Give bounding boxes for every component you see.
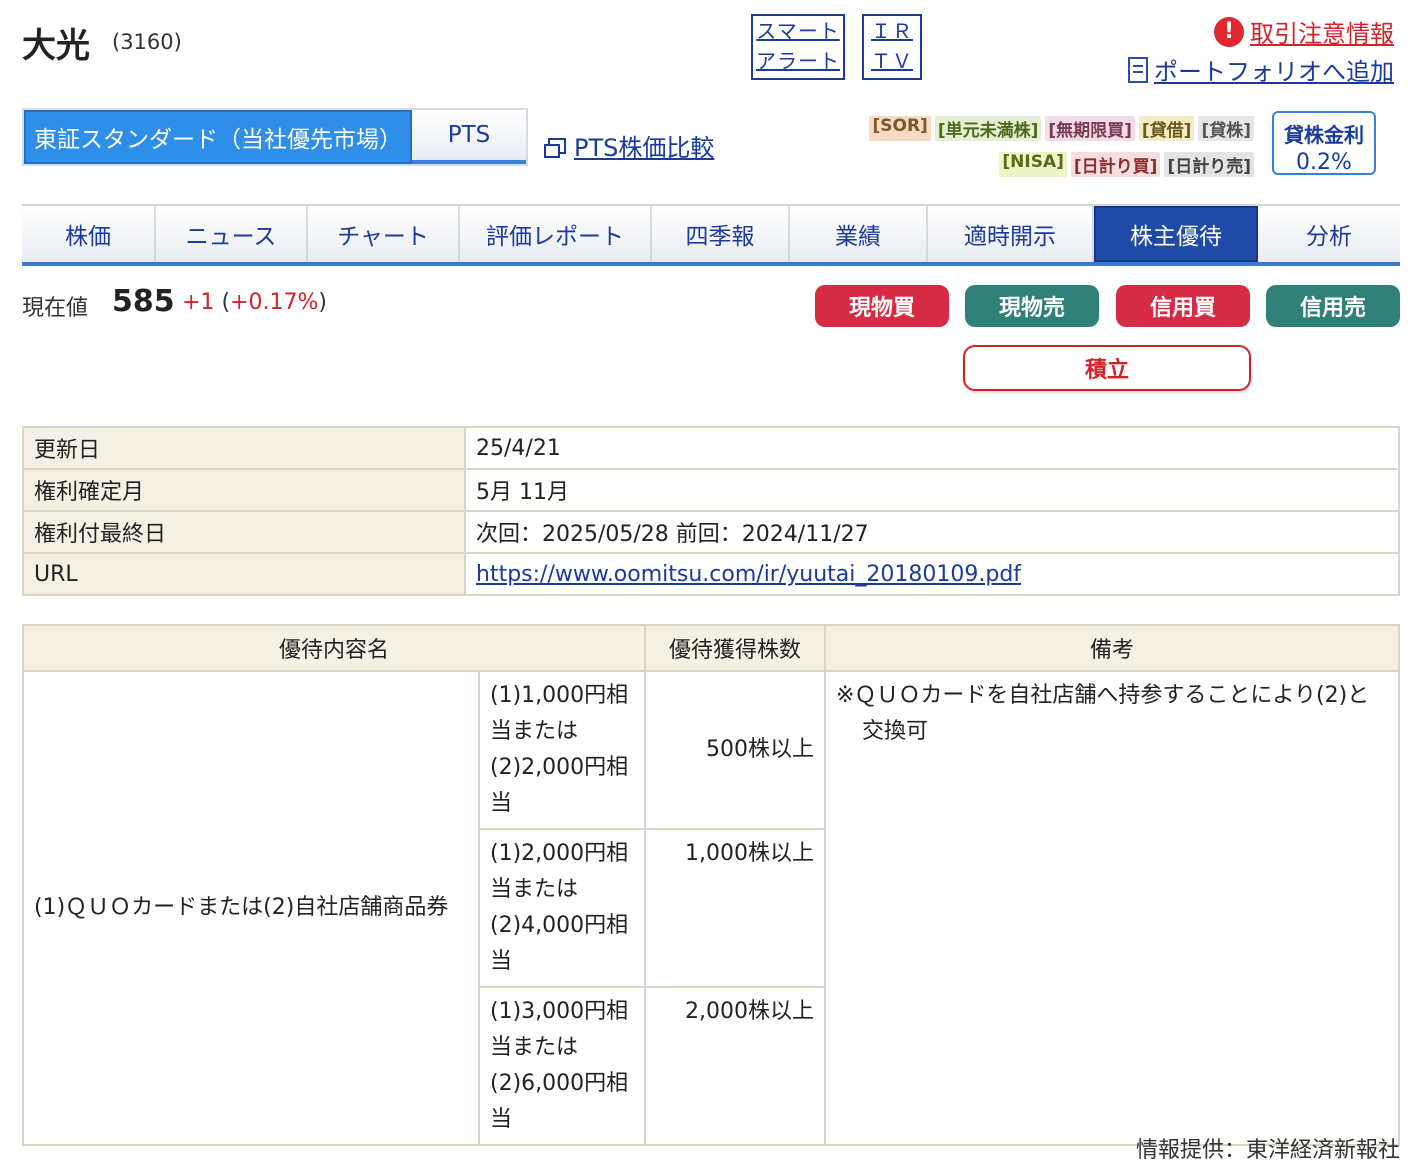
margin-buy-button[interactable]: 信用買 [1116, 285, 1250, 327]
lending-rate-label: 貸株金利 [1284, 123, 1364, 147]
tab-results[interactable]: 業績 [790, 206, 928, 262]
smart-alert-link-box[interactable]: スマートアラート [751, 14, 845, 80]
tab-analysis[interactable]: 分析 [1258, 206, 1400, 262]
ir-tv-link[interactable]: ＩＲＴＶ [864, 16, 920, 76]
warning-icon: ! [1214, 16, 1244, 47]
badge-indefinite-buy: [無期限買] [1045, 116, 1135, 141]
data-provider: 情報提供：東洋経済新報社 [1135, 1138, 1400, 1163]
benefit-shares: 500株以上 [644, 670, 826, 830]
tab-tse-standard[interactable]: 東証スタンダード（当社優先市場） [24, 110, 412, 164]
benefit-url-link[interactable]: https://www.oomitsu.com/ir/yuutai_201801… [476, 562, 1021, 587]
benefit-note: ※ＱＵＯカードを自社店舗へ持参することにより(2)と交換可 [836, 683, 1370, 744]
record-month-value: 5月 11月 [464, 468, 1400, 512]
table-row: 更新日 25/4/21 [22, 426, 1400, 470]
margin-sell-button[interactable]: 信用売 [1266, 285, 1400, 327]
badge-day-buy: [日計り買] [1070, 152, 1161, 177]
badge-nisa: [NISA] [999, 152, 1067, 177]
spot-buy-button[interactable]: 現物買 [815, 285, 949, 327]
header-benefit-name: 優待内容名 [22, 624, 646, 672]
main-nav-tabs: 株価 ニュース チャート 評価レポート 四季報 業績 適時開示 株主優待 分析 [22, 204, 1400, 266]
smart-alert-link[interactable]: スマートアラート [753, 16, 843, 76]
benefit-note-cell: ※ＱＵＯカードを自社店舗へ持参することにより(2)と交換可 [824, 670, 1400, 1146]
benefit-shares: 2,000株以上 [644, 986, 826, 1146]
pts-compare[interactable]: PTS株価比較 [544, 128, 714, 163]
last-day-value: 次回：2025/05/28 前回：2024/11/27 [464, 510, 1400, 554]
tab-rating-report[interactable]: 評価レポート [460, 206, 652, 262]
price-change: +1 (+0.17%) [182, 290, 327, 315]
benefit-amount: (1)3,000円相当または(2)6,000円相当 [478, 986, 646, 1146]
header-remarks: 備考 [824, 624, 1400, 672]
stock-code: (3160) [112, 30, 182, 54]
table-row: 権利付最終日 次回：2025/05/28 前回：2024/11/27 [22, 510, 1400, 554]
badge-stock-lending: [貸株] [1198, 116, 1254, 141]
stock-name: 大光 [22, 26, 90, 66]
benefit-shares: 1,000株以上 [644, 828, 826, 988]
market-tabs: 東証スタンダード（当社優先市場） PTS [22, 108, 528, 166]
benefit-detail-table: 優待内容名 優待獲得株数 備考 (1)ＱＵＯカードまたは(2)自社店舗商品券 (… [22, 624, 1400, 1146]
ir-tv-link-box[interactable]: ＩＲＴＶ [862, 14, 922, 80]
caution-info[interactable]: ! 取引注意情報 [1214, 14, 1394, 49]
badges-row-2: [NISA] [日計り買] [日計り売] [999, 152, 1254, 177]
document-icon [1128, 56, 1148, 83]
tab-news[interactable]: ニュース [156, 206, 308, 262]
benefit-name: (1)ＱＵＯカードまたは(2)自社店舗商品券 [22, 670, 480, 1146]
badge-odd-lot: [単元未満株] [934, 116, 1042, 141]
tab-shikiho[interactable]: 四季報 [652, 206, 790, 262]
add-portfolio[interactable]: ポートフォリオへ追加 [1128, 52, 1394, 87]
pts-compare-link[interactable]: PTS株価比較 [574, 128, 714, 163]
header-required-shares: 優待獲得株数 [644, 624, 826, 672]
price-value: 585 [112, 284, 175, 319]
table-header-row: 優待内容名 優待獲得株数 備考 [22, 624, 1400, 672]
tab-chart[interactable]: チャート [308, 206, 460, 262]
url-label: URL [22, 552, 466, 596]
badge-lending: [貸借] [1138, 116, 1195, 141]
tab-shareholder-benefits[interactable]: 株主優待 [1094, 206, 1258, 262]
spot-sell-button[interactable]: 現物売 [965, 285, 1099, 327]
price-label: 現在値 [22, 296, 89, 321]
badges-row-1: [SOR] [単元未満株] [無期限買] [貸借] [貸株] [869, 116, 1254, 141]
tab-pts[interactable]: PTS [412, 110, 526, 164]
lending-rate-box[interactable]: 貸株金利 0.2% [1272, 111, 1376, 175]
benefit-amount: (1)1,000円相当または(2)2,000円相当 [478, 670, 646, 830]
table-row: (1)ＱＵＯカードまたは(2)自社店舗商品券 (1)1,000円相当または(2)… [22, 670, 1400, 1146]
table-row: URL https://www.oomitsu.com/ir/yuutai_20… [22, 552, 1400, 596]
caution-info-link[interactable]: 取引注意情報 [1250, 14, 1394, 49]
lending-rate-value: 0.2% [1296, 150, 1352, 175]
updated-label: 更新日 [22, 426, 466, 470]
price-change-value: +1 [182, 290, 215, 315]
add-portfolio-link[interactable]: ポートフォリオへ追加 [1154, 52, 1394, 87]
accumulate-button[interactable]: 積立 [963, 345, 1251, 391]
tab-price[interactable]: 株価 [22, 206, 156, 262]
url-cell: https://www.oomitsu.com/ir/yuutai_201801… [464, 552, 1400, 596]
new-window-icon [544, 137, 566, 158]
updated-value: 25/4/21 [464, 426, 1400, 470]
benefit-info-table: 更新日 25/4/21 権利確定月 5月 11月 権利付最終日 次回：2025/… [22, 426, 1400, 596]
benefit-amount: (1)2,000円相当または(2)4,000円相当 [478, 828, 646, 988]
badge-day-sell: [日計り売] [1164, 152, 1254, 177]
record-month-label: 権利確定月 [22, 468, 466, 512]
last-day-label: 権利付最終日 [22, 510, 466, 554]
badge-sor: [SOR] [869, 116, 931, 141]
price-change-pct: +0.17% [230, 290, 319, 315]
table-row: 権利確定月 5月 11月 [22, 468, 1400, 512]
tab-disclosure[interactable]: 適時開示 [928, 206, 1094, 262]
